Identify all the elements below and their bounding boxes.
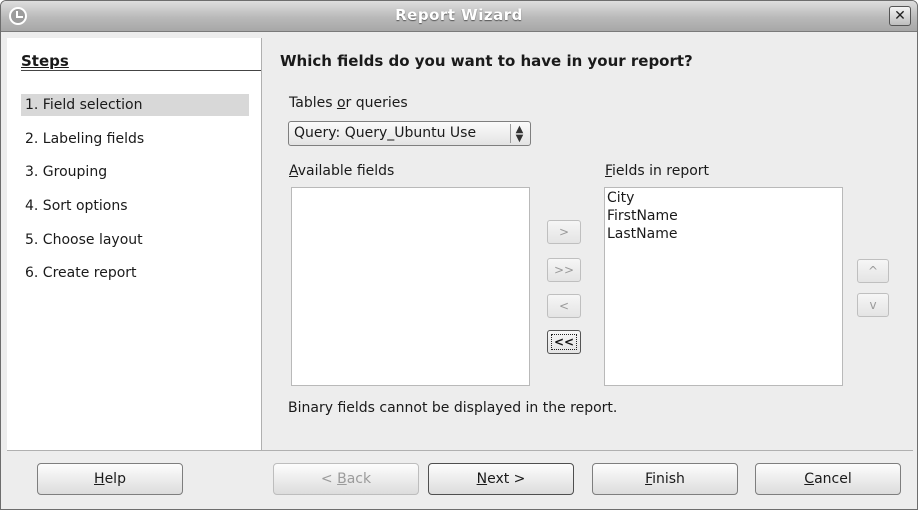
tables-queries-label: Tables or queries bbox=[289, 95, 408, 111]
updown-arrows-icon: ▲ ▼ bbox=[510, 124, 528, 144]
move-down-button[interactable]: v bbox=[857, 293, 889, 317]
binary-fields-note: Binary fields cannot be displayed in the… bbox=[288, 400, 618, 416]
list-item[interactable]: LastName bbox=[605, 225, 842, 243]
report-wizard-window: Report Wizard ✕ Steps 1. Field selection… bbox=[0, 0, 918, 510]
tables-queries-select[interactable]: Query: Query_Ubuntu Use ▲ ▼ bbox=[288, 121, 531, 146]
remove-field-button[interactable]: < bbox=[547, 294, 581, 318]
add-all-fields-button[interactable]: >> bbox=[547, 258, 581, 282]
step-field-selection[interactable]: 1. Field selection bbox=[21, 94, 249, 116]
panel-divider bbox=[261, 38, 262, 450]
cancel-button[interactable]: Cancel bbox=[755, 463, 901, 495]
remove-all-fields-button[interactable]: << bbox=[547, 330, 581, 354]
available-fields-label: Available fields bbox=[289, 163, 395, 179]
steps-heading: Steps bbox=[21, 52, 69, 70]
list-item[interactable]: City bbox=[605, 189, 842, 207]
back-button[interactable]: < Back bbox=[273, 463, 419, 495]
window-title: Report Wizard bbox=[395, 6, 523, 24]
close-button[interactable]: ✕ bbox=[889, 6, 911, 26]
footer-divider bbox=[7, 450, 913, 451]
available-fields-list[interactable] bbox=[291, 187, 530, 386]
help-button[interactable]: Help bbox=[37, 463, 183, 495]
step-choose-layout[interactable]: 5. Choose layout bbox=[21, 229, 249, 251]
step-create-report[interactable]: 6. Create report bbox=[21, 262, 249, 284]
page-title: Which fields do you want to have in your… bbox=[280, 52, 693, 70]
step-sort-options[interactable]: 4. Sort options bbox=[21, 195, 249, 217]
list-item[interactable]: FirstName bbox=[605, 207, 842, 225]
finish-button[interactable]: Finish bbox=[592, 463, 738, 495]
step-labeling-fields[interactable]: 2. Labeling fields bbox=[21, 128, 249, 150]
fields-in-report-list[interactable]: City FirstName LastName bbox=[604, 187, 843, 386]
steps-divider bbox=[21, 70, 261, 71]
add-field-button[interactable]: > bbox=[547, 220, 581, 244]
fields-in-report-label: Fields in report bbox=[605, 163, 710, 179]
steps-panel: Steps 1. Field selection 2. Labeling fie… bbox=[7, 38, 261, 450]
move-up-button[interactable]: ^ bbox=[857, 259, 889, 283]
tables-queries-value: Query: Query_Ubuntu Use bbox=[294, 125, 477, 141]
title-bar: Report Wizard ✕ bbox=[1, 1, 917, 32]
step-grouping[interactable]: 3. Grouping bbox=[21, 161, 249, 183]
next-button[interactable]: Next > bbox=[428, 463, 574, 495]
